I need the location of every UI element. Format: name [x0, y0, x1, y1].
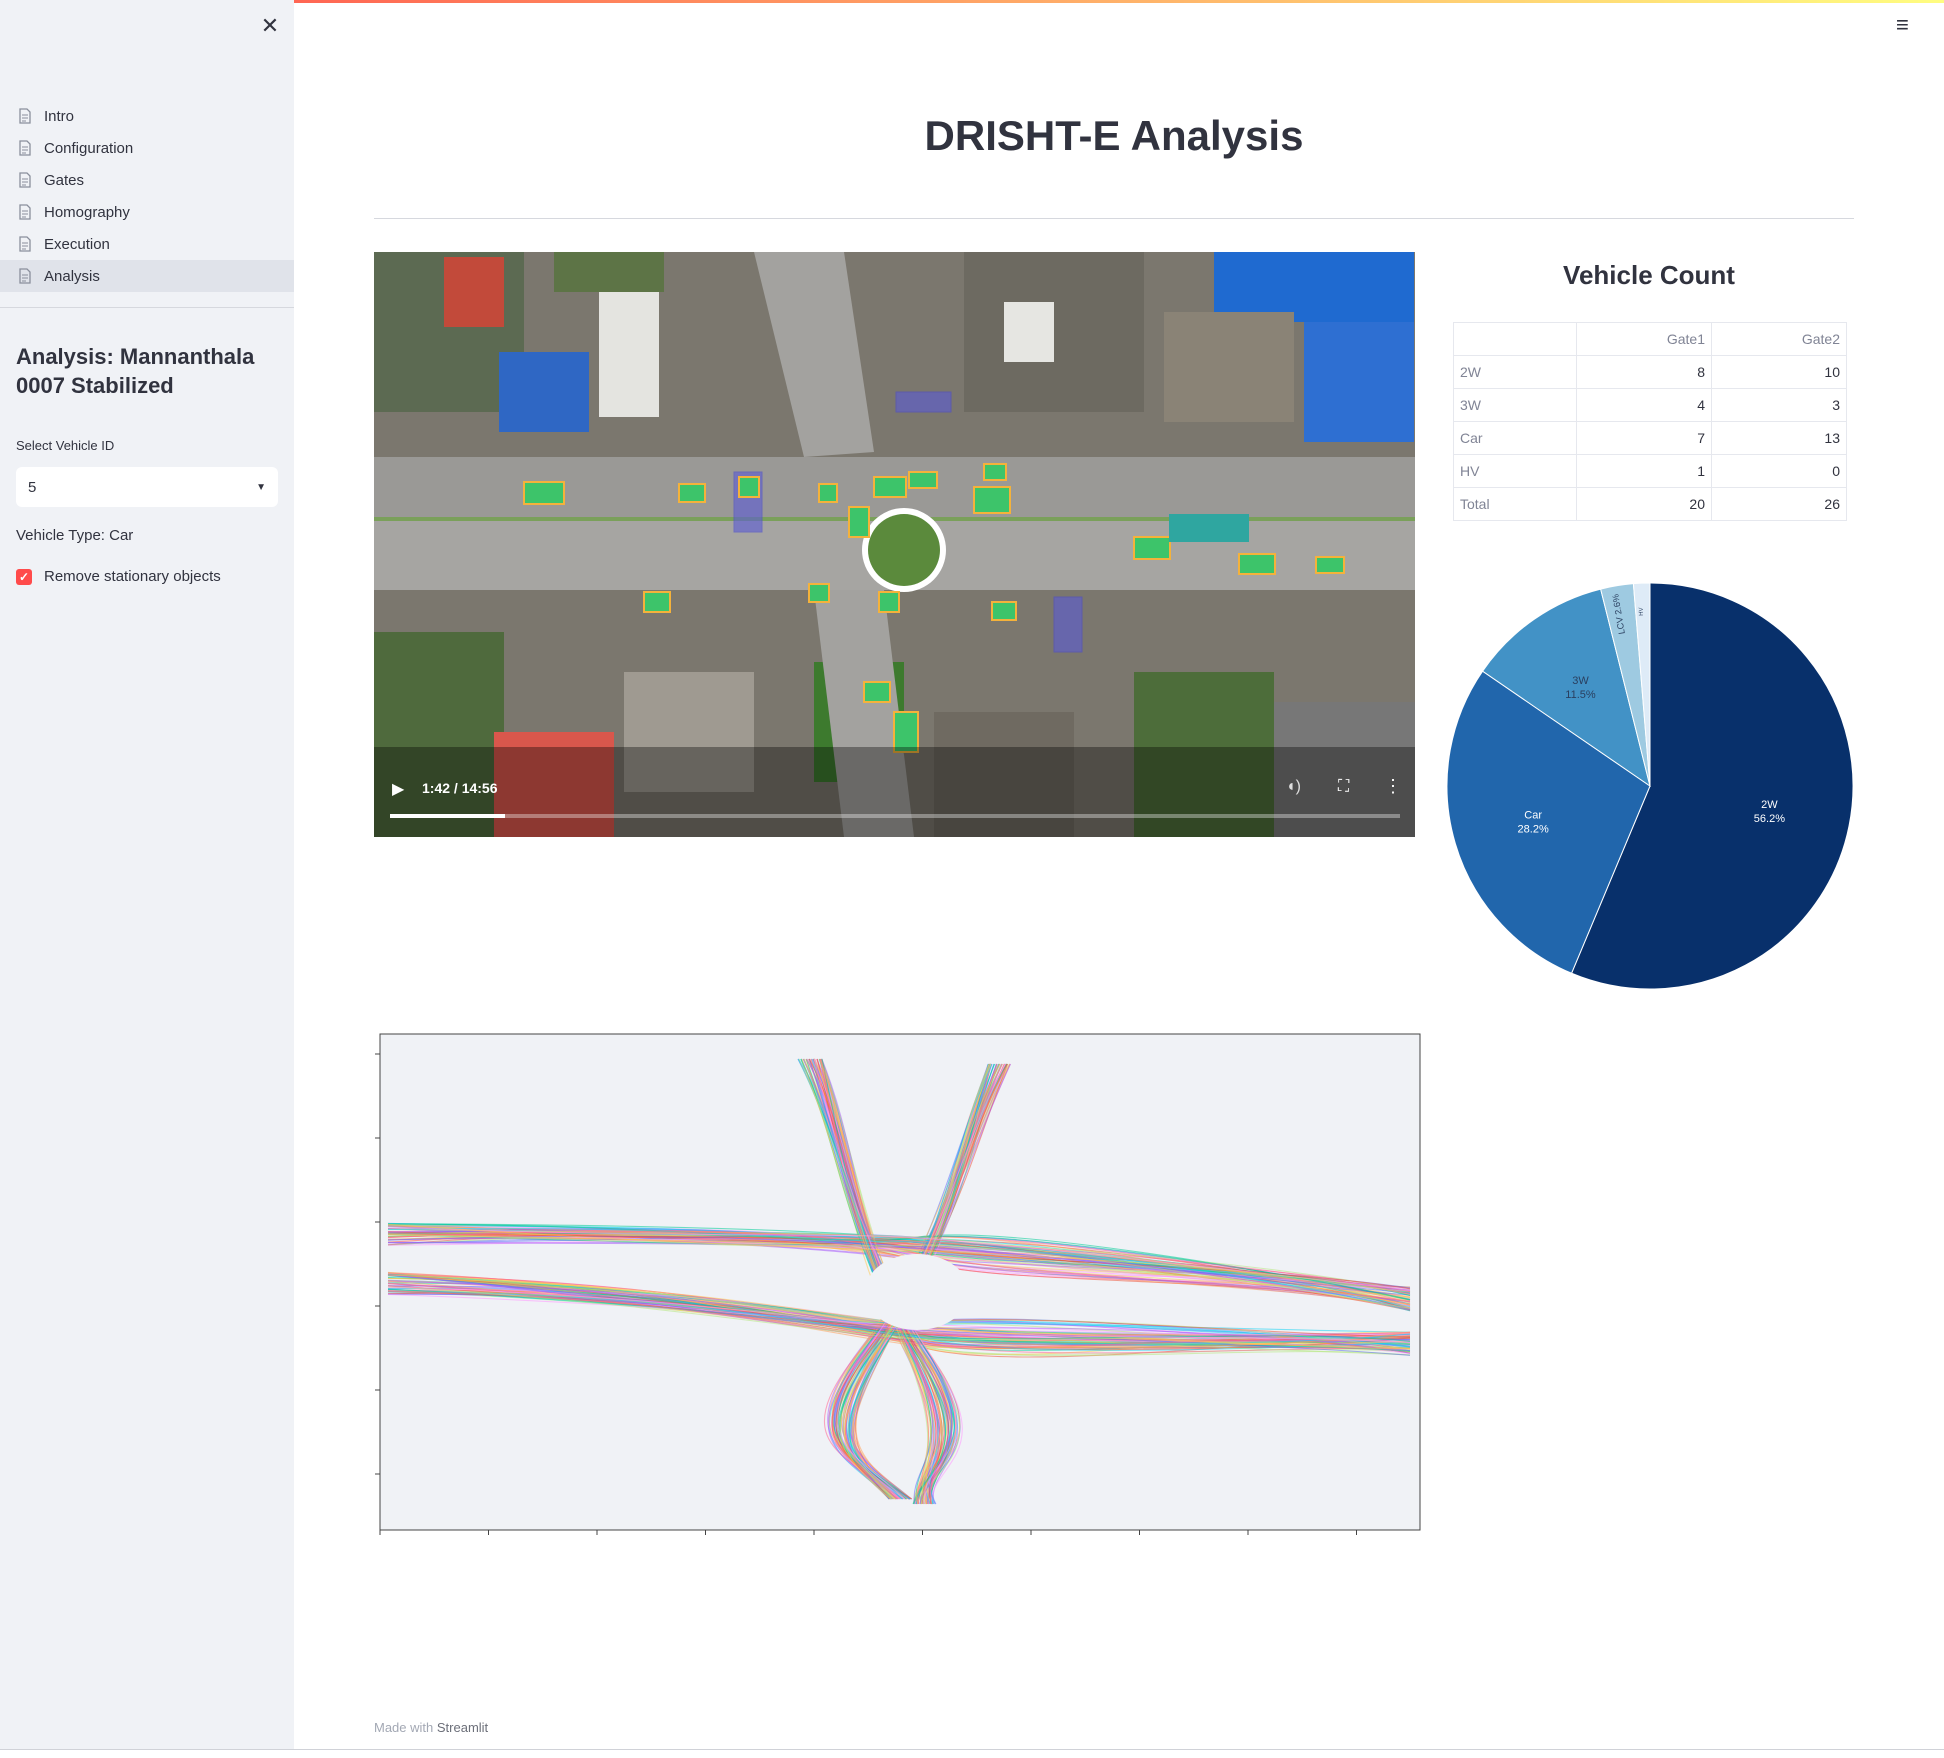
table-row: HV 1 0	[1453, 454, 1847, 488]
more-options-icon[interactable]: ⋮	[1384, 776, 1402, 797]
pie-label-percent: 56.2%	[1754, 813, 1785, 825]
sidebar-item-homography[interactable]: Homography	[0, 196, 294, 228]
sidebar-item-gates[interactable]: Gates	[0, 164, 294, 196]
sidebar-item-analysis[interactable]: Analysis	[0, 260, 294, 292]
pie-label-category: 2W	[1761, 799, 1778, 811]
vehicle-count-title: Vehicle Count	[1563, 260, 1735, 290]
video-progress-fill	[390, 814, 506, 818]
table-corner-cell	[1453, 322, 1577, 356]
document-icon	[18, 204, 32, 220]
table-row: 2W 8 10	[1453, 355, 1847, 389]
sidebar-item-execution[interactable]: Execution	[0, 228, 294, 260]
document-icon	[18, 236, 32, 252]
table-cell: 8	[1576, 355, 1712, 389]
sidebar-item-label: Gates	[44, 171, 85, 189]
roundabout-center	[865, 1254, 969, 1330]
vehicle-type-pie-chart: 2W56.2%Car28.2%3W11.5%LCV 2.6% HV	[1446, 582, 1854, 990]
video-player[interactable]: ▶ 1:42 / 14:56 ◖) ⛶ ⋮	[374, 252, 1415, 837]
remove-stationary-label: Remove stationary objects	[44, 568, 221, 585]
row-label: Car	[1453, 421, 1577, 455]
chevron-down-icon: ▼	[256, 481, 266, 493]
column-header[interactable]: Gate1	[1576, 322, 1712, 356]
row-label: 2W	[1453, 355, 1577, 389]
row-label: HV	[1453, 454, 1577, 488]
sidebar: ✕ Intro Configuration Gates Homography Execu…	[0, 0, 294, 1750]
select-vehicle-label: Select Vehicle ID	[16, 438, 115, 453]
play-icon[interactable]: ▶	[392, 779, 404, 799]
document-icon	[18, 268, 32, 284]
footer-prefix: Made with	[374, 1720, 434, 1735]
sidebar-item-label: Intro	[44, 107, 75, 125]
document-icon	[18, 140, 32, 156]
pie-label-text: HV	[1639, 607, 1645, 616]
column-header[interactable]: Gate2	[1711, 322, 1847, 356]
table-header-row: Gate1 Gate2	[1453, 322, 1847, 356]
sidebar-item-intro[interactable]: Intro	[0, 100, 294, 132]
video-controls: ▶ 1:42 / 14:56 ◖) ⛶ ⋮	[374, 252, 1415, 837]
table-row: 3W 4 3	[1453, 388, 1847, 422]
title-divider	[374, 218, 1854, 219]
footer: Made with Streamlit	[374, 1720, 488, 1735]
vehicle-type-text: Vehicle Type: Car	[16, 527, 134, 544]
table-cell: 20	[1576, 487, 1712, 521]
close-sidebar-button[interactable]: ✕	[256, 12, 284, 40]
table-cell: 0	[1711, 454, 1847, 488]
vehicle-id-value: 5	[28, 478, 37, 496]
streamlit-link[interactable]: Streamlit	[437, 1720, 488, 1735]
sidebar-item-label: Configuration	[44, 139, 134, 157]
sidebar-item-label: Analysis	[44, 267, 100, 285]
video-time: 1:42 / 14:56	[422, 780, 498, 796]
row-label: 3W	[1453, 388, 1577, 422]
analysis-title: Analysis: Mannanthala 0007 Stabilized	[16, 344, 255, 398]
table-cell: 26	[1711, 487, 1847, 521]
table-cell: 7	[1576, 421, 1712, 455]
table-cell: 4	[1576, 388, 1712, 422]
remove-stationary-checkbox[interactable]: ✓ Remove stationary objects	[16, 568, 221, 585]
table-cell: 10	[1711, 355, 1847, 389]
fullscreen-icon[interactable]: ⛶	[1338, 778, 1349, 796]
sidebar-nav: Intro Configuration Gates Homography Executi…	[0, 100, 294, 292]
trajectory-plot	[375, 1033, 1421, 1535]
sidebar-item-configuration[interactable]: Configuration	[0, 132, 294, 164]
pie-label-percent: 28.2%	[1518, 823, 1549, 835]
row-label: Total	[1453, 487, 1577, 521]
sidebar-item-label: Execution	[44, 235, 110, 253]
table-row: Car 7 13	[1453, 421, 1847, 455]
pie-label-hv: HV	[1639, 607, 1645, 616]
sidebar-divider	[0, 307, 294, 308]
pie-label-category: Car	[1524, 809, 1542, 821]
table-row: Total 20 26	[1453, 487, 1847, 521]
sidebar-item-label: Homography	[44, 203, 130, 221]
pie-label-percent: 11.5%	[1565, 689, 1596, 701]
bottom-divider	[0, 1749, 1944, 1750]
video-progress-bar[interactable]	[390, 814, 1400, 818]
table-cell: 3	[1711, 388, 1847, 422]
volume-icon[interactable]: ◖)	[1286, 778, 1301, 796]
document-icon	[18, 108, 32, 124]
hamburger-menu-icon[interactable]: ≡	[1896, 12, 1909, 38]
checkbox-checked-icon: ✓	[16, 568, 32, 585]
table-cell: 13	[1711, 421, 1847, 455]
pie-label-category: 3W	[1572, 675, 1589, 687]
vehicle-count-table: Gate1 Gate2 2W 8 10 3W 4 3 Car 7 13 HV 1…	[1453, 322, 1847, 521]
document-icon	[18, 172, 32, 188]
table-cell: 1	[1576, 454, 1712, 488]
page-title: DRISHT-E Analysis	[924, 112, 1304, 159]
vehicle-id-select[interactable]: 5 ▼	[16, 467, 278, 507]
